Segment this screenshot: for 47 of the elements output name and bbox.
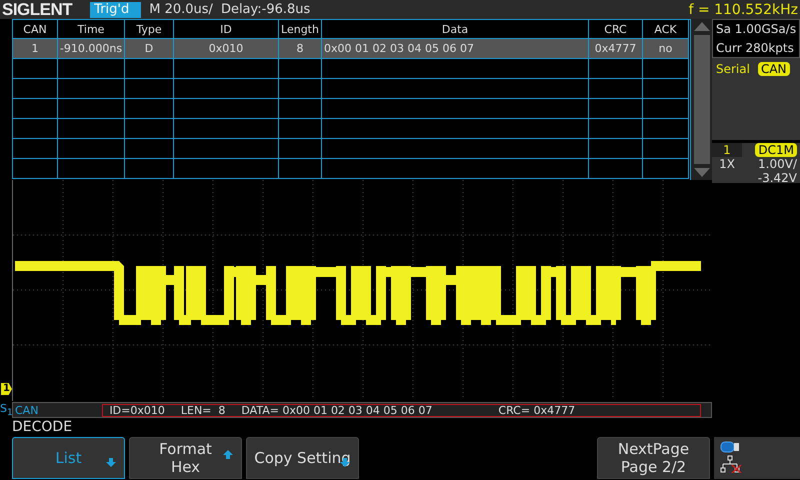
table-cell: 0x4777: [589, 39, 643, 59]
up-arrow-icon: [223, 450, 233, 459]
column-header: Data: [322, 20, 589, 39]
usb-icon: [720, 441, 740, 453]
column-header: Type: [125, 20, 174, 39]
down-arrow-icon: [340, 458, 350, 467]
trigger-status: Trig'd: [90, 2, 142, 18]
scroll-bar[interactable]: [690, 19, 712, 180]
table-cell: 1: [13, 39, 58, 59]
probe-ratio: 1X: [718, 157, 736, 171]
menu-button[interactable]: NextPage Page 2/2: [597, 437, 710, 479]
bus-name: CAN: [14, 404, 40, 416]
channel-marker: 1: [1, 383, 12, 395]
delay-readout: Delay:-96.8us: [220, 2, 310, 17]
column-header: ACK: [643, 20, 689, 39]
vertical-offset: -3.42V: [756, 171, 798, 185]
frequency-readout: f = 110.552kHz: [688, 2, 799, 18]
decode-field: DATA= 0x00 01 02 03 04 05 06 07: [241, 404, 432, 416]
table-cell: 0x010: [174, 39, 279, 59]
decode-field: LEN= 8: [180, 404, 226, 416]
table-cell: D: [125, 39, 174, 59]
down-arrow-icon: [106, 458, 116, 467]
menu-button[interactable]: Format Hex: [129, 437, 242, 479]
column-header: Time: [58, 20, 125, 39]
decode-field: ID=0x010: [109, 404, 165, 416]
channel-coupling: DC1M: [755, 143, 797, 157]
bus-label: S$_{1}$: [0, 402, 12, 418]
sample-rate: Sa 1.00GSa/s: [716, 22, 798, 36]
column-header: ID: [174, 20, 279, 39]
table-cell: no: [643, 39, 689, 59]
menu-title: DECODE: [11, 419, 74, 437]
network-disconnected-icon: [720, 455, 742, 473]
brand-logo: SIGLENT: [2, 0, 72, 20]
table-cell: -910.000ns: [58, 39, 125, 59]
column-header: CRC: [589, 20, 643, 39]
timebase-readout: M 20.0us/: [149, 2, 213, 17]
table-cell: 0x00 01 02 03 04 05 06 07: [322, 39, 589, 59]
column-header: CAN: [13, 20, 58, 39]
menu-button[interactable]: List: [12, 437, 125, 479]
memory-depth: Curr 280kpts: [716, 40, 795, 55]
trigger-source: CAN: [758, 62, 790, 76]
vertical-scale: 1.00V/: [757, 157, 798, 171]
channel-number: 1: [712, 143, 742, 157]
trigger-type: Serial: [716, 62, 750, 76]
column-header: Length: [279, 20, 322, 39]
decode-field: CRC= 0x4777: [498, 404, 576, 416]
table-cell: 8: [279, 39, 322, 59]
